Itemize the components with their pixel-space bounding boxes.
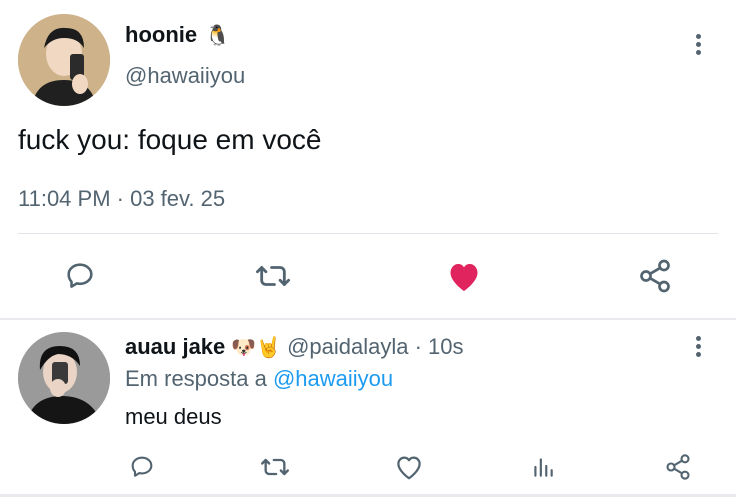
author-name[interactable]: hoonie	[125, 22, 197, 48]
like-button[interactable]	[445, 258, 483, 294]
author-row: hoonie 🐧	[125, 22, 230, 48]
reply-author-name[interactable]: auau jake	[125, 334, 225, 360]
reply-avatar[interactable]	[18, 332, 110, 424]
share-icon	[640, 259, 670, 293]
author-handle[interactable]: @hawaiiyou	[125, 63, 245, 89]
reply-to-mention[interactable]: @hawaiiyou	[273, 366, 393, 391]
divider	[18, 233, 718, 234]
tweet-text: fuck you: foque em você	[18, 124, 322, 155]
reply-more-icon[interactable]	[694, 336, 702, 360]
heart-filled-icon	[450, 264, 478, 291]
section-divider	[0, 318, 736, 320]
reply-to-prefix: Em resposta a	[125, 366, 267, 391]
stats-icon	[534, 458, 553, 477]
reply-author-row: auau jake 🐶🤘 @paidalayla · 10s	[125, 334, 464, 360]
reply-author-emoji: 🐶🤘	[231, 335, 282, 359]
main-tweet: hoonie 🐧 @hawaiiyou fuck you: foque em v…	[0, 0, 736, 318]
reply-handle-time[interactable]: @paidalayla · 10s	[287, 334, 463, 360]
reply-to-line: Em resposta a @hawaiiyou	[125, 366, 393, 392]
reply-like-button[interactable]	[393, 452, 425, 482]
retweet-icon	[260, 458, 289, 476]
retweet-icon	[256, 266, 291, 286]
reply-button[interactable]	[62, 258, 98, 294]
share-icon	[666, 454, 690, 480]
avatar-photo	[18, 14, 110, 106]
reply-reply-button[interactable]	[126, 452, 158, 482]
reply-share-button[interactable]	[662, 452, 694, 482]
retweet-button[interactable]	[254, 258, 292, 294]
author-emoji: 🐧	[205, 23, 231, 47]
share-button[interactable]	[636, 258, 674, 294]
reply-retweet-button[interactable]	[258, 452, 292, 482]
more-icon[interactable]	[694, 34, 702, 58]
reply-stats-button[interactable]	[528, 452, 558, 482]
avatar-photo	[18, 332, 110, 424]
reply-icon	[67, 263, 93, 288]
heart-icon	[397, 456, 421, 480]
reply-icon	[131, 456, 153, 477]
reply-text: meu deus	[125, 404, 222, 429]
avatar[interactable]	[18, 14, 110, 106]
timestamp[interactable]: 11:04 PM · 03 fev. 25	[18, 186, 225, 212]
